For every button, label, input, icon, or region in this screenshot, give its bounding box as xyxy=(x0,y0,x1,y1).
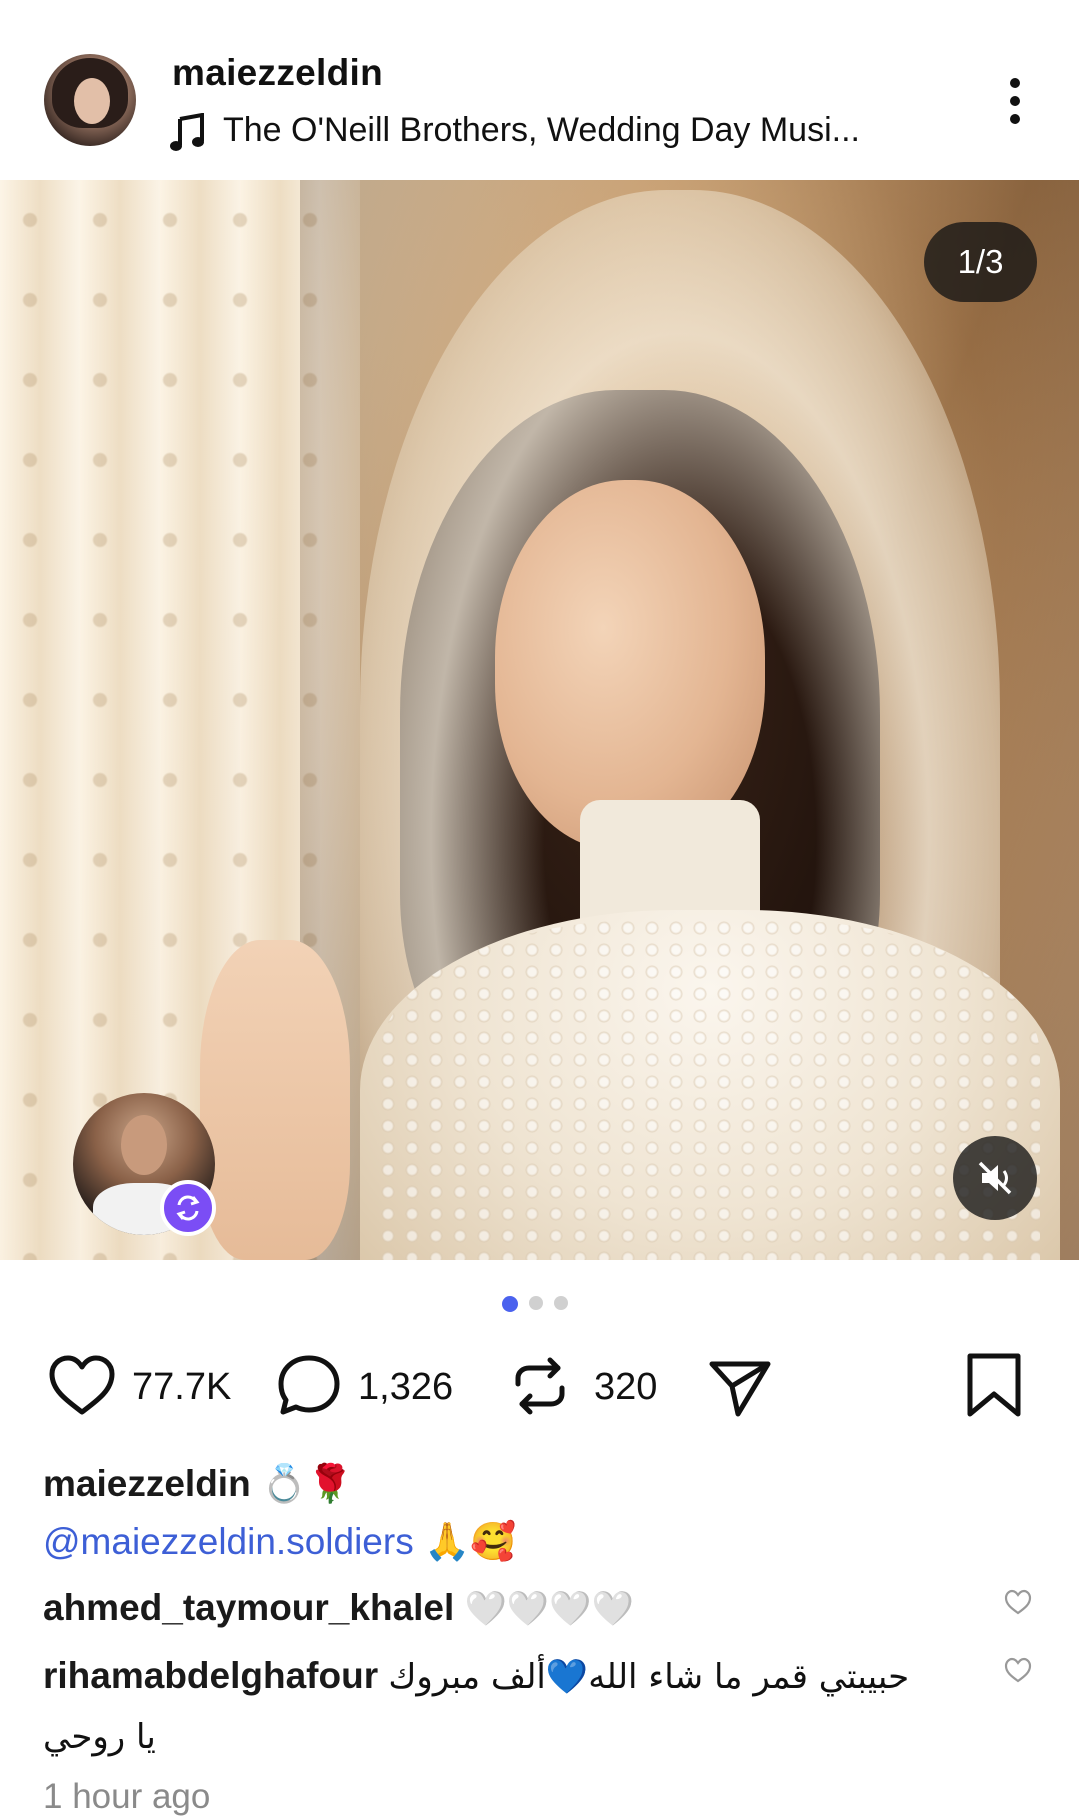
comment-icon[interactable] xyxy=(273,1350,345,1422)
comment-like-icon[interactable] xyxy=(1003,1588,1033,1616)
comment-row: rihamabdelghafour حبيبتي قمر ما شاء الله… xyxy=(43,1655,963,1697)
music-note-icon xyxy=(170,113,204,151)
like-count[interactable]: 77.7K xyxy=(132,1366,231,1409)
mute-icon[interactable] xyxy=(953,1136,1037,1220)
comment-text-continued: يا روحي xyxy=(43,1717,156,1757)
comment-text: 🤍🤍🤍🤍 xyxy=(464,1589,634,1629)
author-username[interactable]: maiezzeldin xyxy=(172,52,383,94)
carousel-dot xyxy=(529,1296,543,1310)
repost-icon[interactable] xyxy=(504,1350,576,1422)
carousel-indicator xyxy=(502,1296,568,1312)
post-header: maiezzeldin The O'Neill Brothers, Weddin… xyxy=(0,0,1079,178)
carousel-dot xyxy=(554,1296,568,1310)
comment-like-icon[interactable] xyxy=(1003,1656,1033,1684)
caption-username[interactable]: maiezzeldin xyxy=(43,1463,251,1504)
repost-count[interactable]: 320 xyxy=(594,1366,657,1409)
caption-emojis: 💍🌹 xyxy=(260,1462,354,1505)
carousel-dot-active xyxy=(502,1296,518,1312)
caption-mention-line: @maiezzeldin.soldiers 🙏🥰 xyxy=(43,1520,516,1564)
bookmark-icon[interactable] xyxy=(958,1350,1030,1422)
comment-text: حبيبتي قمر ما شاء الله💙ألف مبروك xyxy=(388,1657,910,1697)
caption-line: maiezzeldin 💍🌹 xyxy=(43,1462,353,1506)
mention-emojis: 🙏🥰 xyxy=(424,1520,517,1563)
comment-count[interactable]: 1,326 xyxy=(358,1366,453,1409)
author-avatar[interactable] xyxy=(44,54,136,146)
comment-username[interactable]: rihamabdelghafour xyxy=(43,1655,378,1696)
comment-username[interactable]: ahmed_taymour_khalel xyxy=(43,1587,454,1628)
image-counter: 1/3 xyxy=(924,222,1037,302)
repost-icon xyxy=(160,1180,216,1236)
caption-mention-link[interactable]: @maiezzeldin.soldiers xyxy=(43,1521,414,1562)
share-icon[interactable] xyxy=(704,1350,776,1422)
comment-row: ahmed_taymour_khalel 🤍🤍🤍🤍 xyxy=(43,1587,634,1629)
post-timestamp: 1 hour ago xyxy=(43,1777,211,1816)
action-bar: 77.7K 1,326 320 xyxy=(0,1340,1079,1440)
more-options-button[interactable] xyxy=(995,74,1035,130)
heart-icon[interactable] xyxy=(46,1350,118,1422)
music-track[interactable]: The O'Neill Brothers, Wedding Day Musi..… xyxy=(223,111,860,150)
